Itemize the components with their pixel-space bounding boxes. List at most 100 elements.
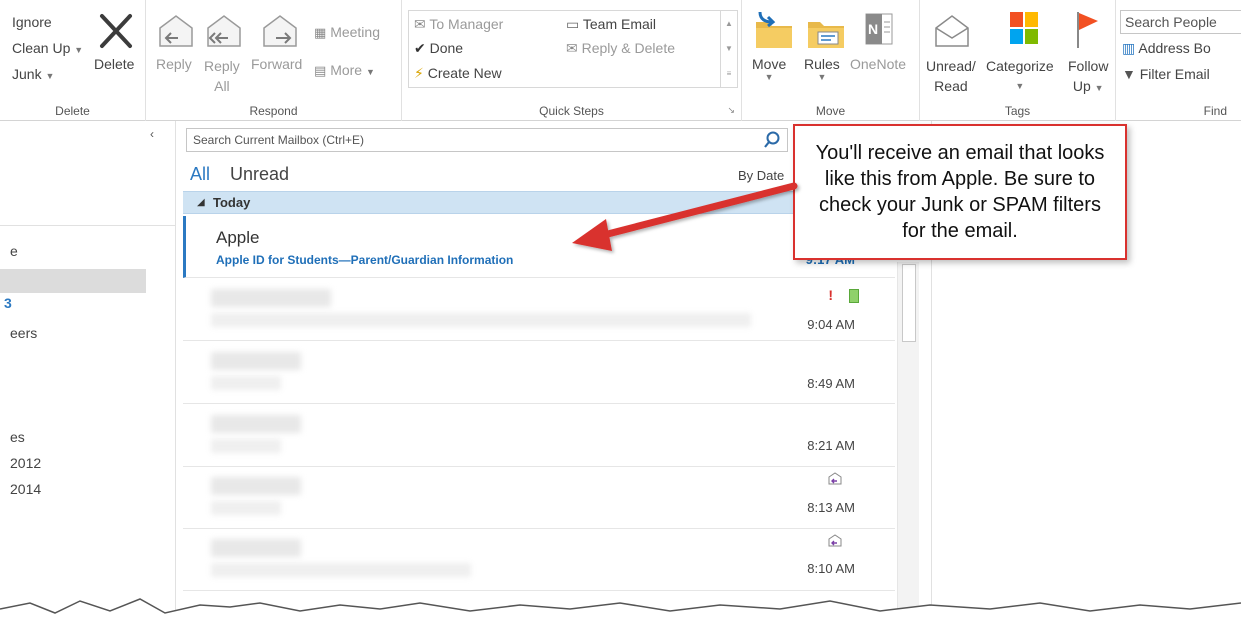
onenote-icon: N — [865, 13, 893, 45]
team-email-icon: ▭ — [566, 16, 580, 32]
move-button[interactable]: Move ▼ — [752, 56, 786, 82]
delete-group: Ignore Clean Up ▼ Junk ▼ Delete Delete — [0, 0, 146, 121]
more-button[interactable]: ▤ More ▼ — [314, 62, 375, 79]
blurred-preview — [211, 376, 281, 390]
quick-steps-group: ✉ To Manager ✔ Done ⚡ Create New ▭ Team … — [402, 0, 742, 121]
follow-up-button[interactable]: Follow Up ▼ — [1068, 56, 1108, 98]
folder-item[interactable]: es — [10, 429, 25, 445]
chevron-down-icon: ▼ — [1015, 81, 1025, 91]
forward-icon — [263, 15, 297, 47]
blurred-sender — [211, 477, 301, 495]
categorize-button[interactable]: Categorize ▼ — [986, 56, 1054, 96]
search-people-field[interactable]: Search People — [1120, 10, 1241, 34]
rules-button[interactable]: Rules ▼ — [804, 56, 840, 82]
unread-read-button[interactable]: Unread/ Read — [926, 56, 976, 96]
more-icon: ▤ — [314, 63, 327, 78]
address-book-label: Address Bo — [1138, 40, 1211, 56]
more-quick-steps-icon: ≡ — [726, 69, 732, 78]
chevron-down-icon: ▼ — [45, 71, 55, 81]
message-time: 9:04 AM — [807, 317, 855, 332]
quick-steps-scroll[interactable]: ▲ ▼ ≡ — [720, 11, 737, 87]
reply-delete-button[interactable]: ✉ Reply & Delete — [566, 40, 675, 57]
ignore-button[interactable]: Ignore — [12, 14, 52, 30]
message-time: 8:10 AM — [807, 561, 855, 576]
chevron-down-icon: ▼ — [764, 72, 774, 82]
unread-read-label-2: Read — [934, 78, 968, 94]
move-group-label: Move — [815, 104, 846, 118]
to-manager-button[interactable]: ✉ To Manager — [414, 16, 503, 33]
junk-label: Junk — [12, 66, 42, 82]
message-row[interactable]: 8:21 AM — [183, 405, 895, 467]
done-check-icon: ✔ — [414, 40, 426, 56]
filter-all-tab[interactable]: All — [190, 164, 210, 185]
forward-button[interactable]: Forward — [251, 56, 302, 72]
meeting-button[interactable]: ▦ Meeting — [314, 24, 380, 41]
folder-item[interactable]: 2014 — [10, 481, 41, 497]
group-header-today[interactable]: ◢ Today — [183, 191, 895, 214]
collapse-pane-icon[interactable]: ‹ — [150, 127, 154, 141]
message-time: 8:49 AM — [807, 376, 855, 391]
reply-all-button[interactable]: Reply All — [204, 56, 240, 96]
search-people-placeholder: Search People — [1125, 14, 1217, 30]
collapse-triangle-icon: ◢ — [197, 197, 205, 208]
message-row[interactable]: 8:10 AM — [183, 529, 895, 591]
move-group: N Move ▼ Rules ▼ OneNote Move — [742, 0, 920, 121]
reply-button[interactable]: Reply — [156, 56, 192, 72]
team-email-button[interactable]: ▭ Team Email — [566, 16, 656, 33]
filter-email-label: Filter Email — [1139, 66, 1210, 82]
blurred-sender — [211, 352, 301, 370]
reply-all-label-1: Reply — [204, 58, 240, 74]
follow-up-label-2: Up — [1072, 78, 1091, 94]
callout-box: You'll receive an email that looks like … — [793, 124, 1127, 260]
message-subject: Apple ID for Students—Parent/Guardian In… — [216, 253, 514, 267]
create-new-label: Create New — [427, 65, 502, 81]
categorize-label: Categorize — [986, 58, 1054, 74]
search-icon[interactable] — [763, 130, 781, 150]
rules-icon — [808, 22, 844, 48]
scroll-thumb[interactable] — [902, 264, 916, 342]
message-sender: Apple — [216, 228, 260, 247]
importance-icon: ! — [828, 287, 833, 303]
done-button[interactable]: ✔ Done — [414, 40, 463, 57]
filter-email-button[interactable]: ▼ Filter Email — [1122, 66, 1210, 82]
folder-item[interactable]: 2012 — [10, 455, 41, 471]
create-new-icon: ⚡ — [414, 65, 424, 81]
clean-up-label: Clean Up — [12, 40, 71, 56]
message-row[interactable]: Apple Apple ID for Students—Parent/Guard… — [183, 216, 895, 278]
sort-by-date[interactable]: By Date — [738, 168, 784, 183]
reply-all-label-2: All — [214, 78, 230, 94]
blurred-preview — [211, 563, 471, 577]
clean-up-button[interactable]: Clean Up ▼ — [12, 40, 83, 56]
chevron-down-icon: ▼ — [74, 45, 84, 55]
search-input[interactable] — [193, 130, 753, 150]
folder-item[interactable]: e — [10, 243, 18, 259]
delete-button[interactable]: Delete — [94, 56, 134, 72]
onenote-button[interactable]: OneNote — [850, 56, 906, 72]
reply-arrow-icon — [828, 534, 842, 547]
create-new-button[interactable]: ⚡ Create New — [414, 65, 502, 82]
message-list-scrollbar[interactable] — [897, 262, 919, 627]
message-row[interactable]: 8:13 AM — [183, 467, 895, 529]
junk-button[interactable]: Junk ▼ — [12, 66, 54, 82]
filter-unread-tab[interactable]: Unread — [230, 164, 289, 185]
chevron-down-icon: ▼ — [1094, 83, 1104, 93]
callout-text: You'll receive an email that looks like … — [815, 142, 1105, 242]
dialog-launcher-icon[interactable]: ↘ — [727, 105, 735, 116]
selected-folder-highlight[interactable] — [0, 269, 146, 293]
message-time: 8:13 AM — [807, 500, 855, 515]
category-square-icon — [849, 289, 859, 303]
folder-item[interactable]: eers — [10, 325, 37, 341]
message-row[interactable]: ! 9:04 AM — [183, 279, 895, 341]
blurred-preview — [211, 501, 281, 515]
search-mailbox-field[interactable] — [186, 128, 788, 152]
quick-steps-group-label: Quick Steps — [539, 104, 604, 118]
address-book-button[interactable]: ▥ Address Bo — [1122, 40, 1211, 57]
respond-group-label: Respond — [249, 104, 298, 118]
filter-icon: ▼ — [1122, 66, 1136, 82]
message-row[interactable]: 8:49 AM — [183, 342, 895, 404]
meeting-label: Meeting — [330, 24, 380, 40]
ribbon: Ignore Clean Up ▼ Junk ▼ Delete Delete R… — [0, 0, 1241, 121]
folder-item[interactable]: 3 — [4, 295, 12, 311]
folder-divider — [0, 225, 176, 226]
close-x-icon — [100, 14, 132, 48]
